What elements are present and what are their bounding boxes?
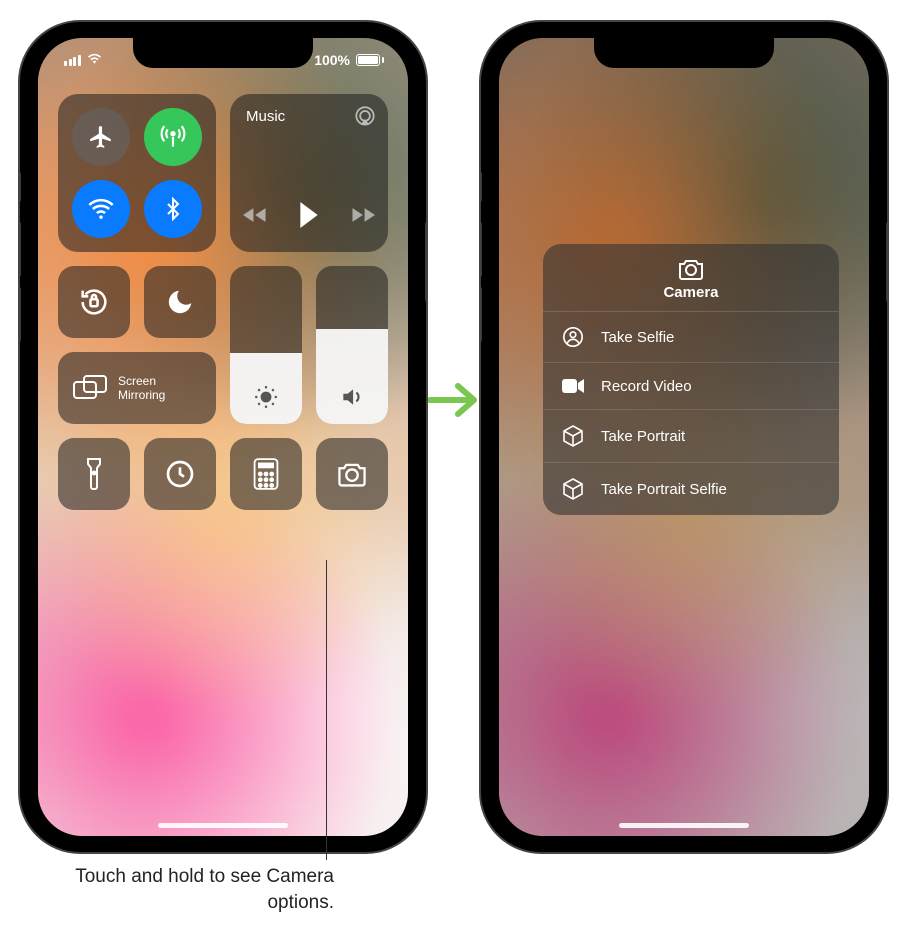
side-button (425, 222, 426, 302)
arrow-icon (428, 380, 482, 425)
volume-down-button (20, 287, 21, 342)
menu-item-take-portrait-selfie[interactable]: Take Portrait Selfie (543, 463, 839, 515)
menu-item-record-video[interactable]: Record Video (543, 363, 839, 410)
orientation-lock-toggle[interactable] (58, 266, 130, 338)
flashlight-icon (84, 457, 104, 491)
flashlight-button[interactable] (58, 438, 130, 510)
menu-header: Camera (543, 244, 839, 312)
menu-item-label: Take Selfie (601, 329, 674, 346)
airplane-mode-toggle[interactable] (72, 108, 130, 166)
video-icon (561, 377, 585, 395)
do-not-disturb-toggle[interactable] (144, 266, 216, 338)
cellular-signal-icon (64, 55, 81, 66)
airplane-icon (88, 124, 114, 150)
wifi-toggle[interactable] (72, 180, 130, 238)
rotation-lock-icon (77, 285, 111, 319)
figure: 100% (0, 0, 907, 944)
calculator-button[interactable] (230, 438, 302, 510)
brightness-slider[interactable] (230, 266, 302, 424)
screen-mirror-icon (72, 374, 108, 402)
person-circle-icon (561, 326, 585, 348)
cube-icon (561, 477, 585, 501)
airplay-icon[interactable] (352, 104, 378, 130)
volume-slider[interactable] (316, 266, 388, 424)
camera-icon (336, 461, 368, 487)
camera-button[interactable] (316, 438, 388, 510)
side-button (886, 222, 887, 302)
menu-item-label: Take Portrait (601, 428, 685, 445)
next-track-button[interactable] (347, 200, 377, 230)
home-indicator[interactable] (158, 823, 288, 828)
now-playing-module[interactable]: Music (230, 94, 388, 252)
screen-mirroring-label: Screen Mirroring (118, 374, 165, 403)
battery-icon (356, 54, 384, 66)
phone-camera-menu: Camera Take Selfie Record Video (481, 22, 887, 852)
home-indicator[interactable] (619, 823, 749, 828)
timer-button[interactable] (144, 438, 216, 510)
menu-item-label: Take Portrait Selfie (601, 481, 727, 498)
wifi-status-icon (87, 52, 102, 68)
menu-title: Camera (663, 284, 718, 301)
callout-line (326, 560, 327, 860)
cellular-data-toggle[interactable] (144, 108, 202, 166)
antenna-icon (160, 124, 186, 150)
bluetooth-icon (161, 197, 185, 221)
menu-item-take-portrait[interactable]: Take Portrait (543, 410, 839, 463)
screen: 100% (38, 38, 408, 836)
volume-up-button (20, 222, 21, 277)
phone-control-center: 100% (20, 22, 426, 852)
cube-icon (561, 424, 585, 448)
menu-item-take-selfie[interactable]: Take Selfie (543, 312, 839, 363)
timer-icon (164, 458, 196, 490)
play-button[interactable] (294, 200, 324, 230)
screen-mirroring-button[interactable]: Screen Mirroring (58, 352, 216, 424)
caption-text: Touch and hold to see Camera options. (74, 864, 334, 915)
connectivity-module[interactable] (58, 94, 216, 252)
notch (133, 38, 313, 68)
volume-up-button (481, 222, 482, 277)
menu-item-label: Record Video (601, 378, 692, 395)
volume-down-button (481, 287, 482, 342)
screen: Camera Take Selfie Record Video (499, 38, 869, 836)
moon-icon (165, 287, 195, 317)
calculator-icon (253, 458, 279, 490)
silent-switch (481, 172, 482, 202)
notch (594, 38, 774, 68)
bluetooth-toggle[interactable] (144, 180, 202, 238)
battery-percent: 100% (314, 52, 350, 68)
wifi-icon (87, 195, 115, 223)
previous-track-button[interactable] (241, 200, 271, 230)
camera-quick-actions-menu: Camera Take Selfie Record Video (543, 244, 839, 515)
silent-switch (20, 172, 21, 202)
speaker-icon (339, 384, 365, 410)
camera-icon (677, 258, 705, 280)
sun-icon (253, 384, 279, 410)
now-playing-title: Music (246, 108, 285, 125)
